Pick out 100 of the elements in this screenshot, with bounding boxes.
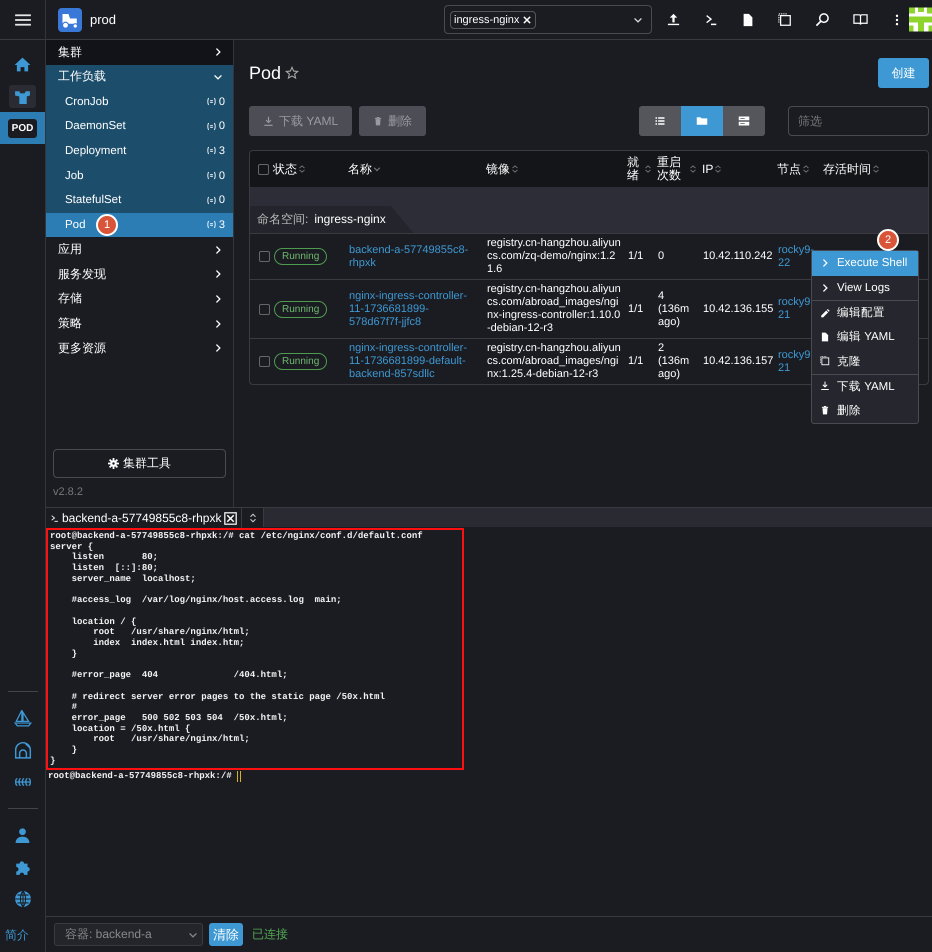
filter-field[interactable]: 筛选 xyxy=(788,106,929,136)
pod-icon xyxy=(206,196,216,205)
star-icon[interactable] xyxy=(285,66,300,80)
status-badge: Running xyxy=(274,248,328,265)
pod-name-link[interactable]: backend-a-57749855c8-rhpxk xyxy=(346,233,484,279)
folder-view-button[interactable] xyxy=(681,106,723,136)
item-count: 3 xyxy=(218,144,225,157)
column-header[interactable]: 节点 xyxy=(777,162,801,176)
ready-cell: 1/1 xyxy=(625,279,655,338)
pod-name-link[interactable]: nginx-ingress-controller-11-1736681899-default-backend-857sdllc xyxy=(346,338,484,384)
sort-icon[interactable] xyxy=(643,163,653,175)
sailboat-icon[interactable] xyxy=(14,709,32,727)
menu-item[interactable]: DaemonSet 0 xyxy=(46,114,233,139)
remove-icon[interactable] xyxy=(522,14,532,24)
sort-icon[interactable] xyxy=(871,163,881,175)
chevron-icon xyxy=(820,282,830,293)
terminal-icon[interactable] xyxy=(704,12,718,26)
up-down-icon xyxy=(248,512,258,524)
menu-item[interactable]: Deployment 3 xyxy=(46,138,233,164)
chevron-icon xyxy=(213,343,223,354)
sort-icon[interactable] xyxy=(713,163,724,175)
menu-item[interactable]: StatefulSet 0 xyxy=(46,188,233,213)
sort-icon[interactable] xyxy=(510,163,520,175)
menu-group[interactable]: 更多资源 xyxy=(46,336,233,361)
resize-button[interactable] xyxy=(242,508,264,527)
menu-group[interactable]: 策略 xyxy=(46,311,233,336)
ip-cell: 10.42.136.157 xyxy=(700,338,775,384)
view-icon xyxy=(696,115,708,127)
pod-icon xyxy=(206,220,216,230)
item-count: 0 xyxy=(218,96,225,108)
search-icon[interactable] xyxy=(815,12,830,27)
restarts-cell: 0 xyxy=(655,233,700,279)
terminal-prompt: root@backend-a-57749855c8-rhpxk:/# xyxy=(48,771,232,782)
column-header[interactable]: IP xyxy=(702,162,714,176)
row-checkbox[interactable] xyxy=(259,356,270,367)
trash-icon xyxy=(820,405,830,416)
menu-group[interactable]: 工作负载 xyxy=(46,64,233,90)
pod-icon xyxy=(206,122,216,131)
terminal-tab[interactable]: backend-a-57749855c8-rhpxk xyxy=(46,508,242,528)
column-header[interactable]: 名称 xyxy=(348,162,372,176)
gear-icon xyxy=(108,458,119,469)
sort-icon[interactable] xyxy=(688,163,698,175)
list-view-button[interactable] xyxy=(639,106,681,136)
select-all-checkbox[interactable] xyxy=(258,164,269,174)
column-header[interactable]: 状态 xyxy=(273,162,297,176)
person-icon[interactable] xyxy=(14,826,31,844)
tractor-logo-icon xyxy=(58,8,82,32)
pod-icon xyxy=(206,171,216,180)
cluster-tools-button[interactable]: 集群工具 xyxy=(53,449,226,478)
file-icon xyxy=(820,332,830,342)
sort-icon[interactable] xyxy=(297,163,307,175)
file-icon[interactable] xyxy=(741,12,755,26)
item-count: 0 xyxy=(218,170,225,182)
close-icon[interactable] xyxy=(224,512,238,524)
chevron-icon xyxy=(820,258,830,268)
image-cell: registry.cn-hangzhou.aliyuncs.com/zq-demo/nginx:1.21.6 xyxy=(484,233,625,279)
copy-icon xyxy=(820,356,830,366)
menu-option[interactable]: 下载 YAML xyxy=(812,374,918,398)
menu-group[interactable]: 服务发现 xyxy=(46,262,233,287)
page-title: Pod xyxy=(249,62,282,84)
pod-icon xyxy=(206,146,216,156)
restarts-cell: 4 (136m ago) xyxy=(655,279,700,338)
copy-icon[interactable] xyxy=(778,12,792,26)
row-checkbox[interactable] xyxy=(259,251,270,262)
globe-icon[interactable] xyxy=(14,890,32,908)
upload-icon[interactable] xyxy=(666,12,681,27)
menu-group[interactable]: 集群 xyxy=(46,40,233,65)
menu-option[interactable]: 删除 xyxy=(812,398,918,422)
sort-icon[interactable] xyxy=(801,163,811,175)
menu-item[interactable]: CronJob 0 xyxy=(46,89,233,114)
ip-cell: 10.42.110.242 xyxy=(700,233,775,279)
pod-label: POD xyxy=(8,118,38,138)
item-count: 0 xyxy=(218,120,225,132)
menu-option[interactable]: 编辑配置 xyxy=(812,300,918,324)
pod-name-link[interactable]: nginx-ingress-controller-11-1736681899-578d67f7f-jjfc8 xyxy=(346,279,484,338)
version-label: v2.8.2 xyxy=(53,486,84,498)
rows-view-button[interactable] xyxy=(723,106,765,136)
chevron-icon xyxy=(213,244,223,255)
item-count: 3 xyxy=(218,218,225,231)
menu-group[interactable]: 存储 xyxy=(46,286,233,312)
chevron-icon xyxy=(213,47,223,58)
ready-cell: 1/1 xyxy=(625,338,655,384)
menu-group[interactable]: 应用 xyxy=(46,237,233,262)
dome-icon[interactable] xyxy=(14,741,32,759)
pod-icon xyxy=(206,97,216,106)
about-link[interactable]: 简介 xyxy=(5,927,29,944)
home-icon[interactable] xyxy=(14,56,31,72)
namespace-chip[interactable]: ingress-nginx xyxy=(450,10,536,28)
terminal-output: root@backend-a-57749855c8-rhpxk:/# cat /etc/nginx/conf.d/default.conf server { listen 80; listen [::]:80; server_name localhost; #access_log /var/log/nginx/host.access.log main; location / { root /usr/share/nginx/html; index index.html index.htm; } #error_page 404 /404.html; # redirect server error pages to the static page /50x.html # error_page 500 502 503 504 /50x.html; location = /50x.html { root /usr/share/nginx/html; } } xyxy=(50,531,423,766)
row-checkbox[interactable] xyxy=(259,304,270,314)
chevron-icon xyxy=(213,318,223,329)
namespace-select[interactable]: ingress-nginx xyxy=(444,5,652,34)
container-select[interactable]: 容器: backend-a xyxy=(54,923,203,946)
menu-item[interactable]: Job 0 xyxy=(46,163,233,188)
rail-item[interactable]: POD xyxy=(0,112,45,144)
book-icon[interactable] xyxy=(853,12,868,27)
avatar-icon[interactable] xyxy=(909,6,932,33)
view-icon xyxy=(654,115,666,127)
status-badge: Running xyxy=(274,353,328,370)
column-header[interactable]: 镜像 xyxy=(486,162,510,176)
